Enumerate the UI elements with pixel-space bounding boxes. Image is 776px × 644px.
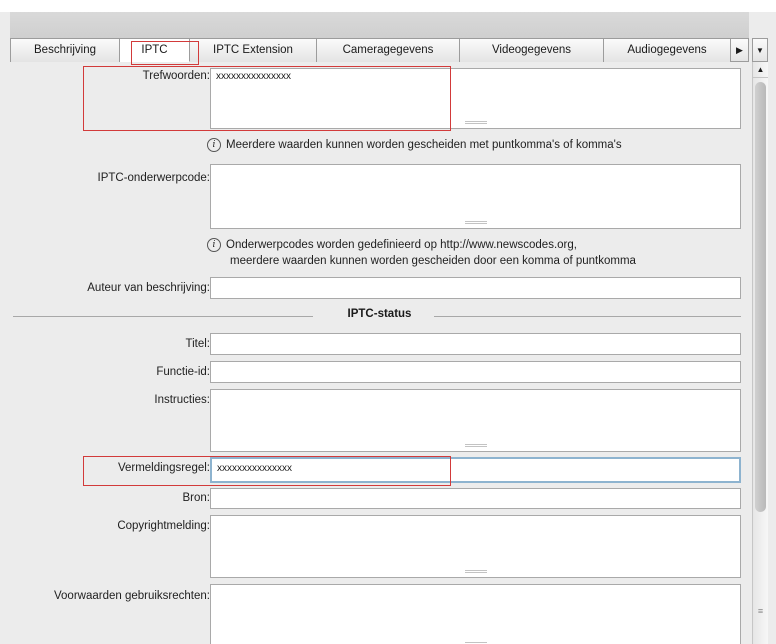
functie-label: Functie-id: — [156, 366, 210, 378]
vertical-scrollbar[interactable]: ▲ ≡ — [752, 62, 768, 644]
onderwerpcode-hint-line2: meerdere waarden kunnen worden gescheide… — [230, 255, 636, 267]
tab-iptc[interactable]: IPTC — [120, 38, 190, 62]
onderwerpcode-hint: i Onderwerpcodes worden gedefinieerd op h… — [207, 237, 636, 269]
trefwoorden-field[interactable]: xxxxxxxxxxxxxxx — [210, 68, 741, 129]
voorwaarden-field[interactable] — [210, 584, 741, 644]
tab-cameragegevens[interactable]: Cameragegevens — [317, 38, 460, 62]
onderwerpcode-label: IPTC-onderwerpcode: — [97, 172, 211, 184]
scroll-up-icon[interactable]: ▲ — [753, 62, 768, 78]
titel-label: Titel: — [185, 338, 211, 350]
tab-iptc-extension[interactable]: IPTC Extension — [190, 38, 317, 62]
resize-grip[interactable] — [464, 121, 487, 124]
trefwoorden-hint-text: Meerdere waarden kunnen worden gescheide… — [226, 139, 622, 151]
resize-grip[interactable] — [464, 444, 487, 447]
copyright-label: Copyrightmelding: — [117, 520, 210, 532]
tab-more-icon[interactable]: ▶ — [731, 38, 749, 62]
auteur-label: Auteur van beschrijving: — [87, 282, 210, 294]
section-title: IPTC-status — [10, 308, 749, 320]
auteur-field[interactable] — [210, 277, 741, 299]
onderwerpcode-hint-line1: Onderwerpcodes worden gedefinieerd op ht… — [226, 239, 577, 251]
voorwaarden-label: Voorwaarden gebruiksrechten: — [54, 590, 210, 602]
tab-videogegevens[interactable]: Videogegevens — [460, 38, 604, 62]
iptc-panel: Trefwoorden: xxxxxxxxxxxxxxx i Meerdere w… — [10, 62, 749, 644]
functie-field[interactable] — [210, 361, 741, 383]
scroll-thumb[interactable] — [755, 82, 766, 512]
resize-grip[interactable] — [464, 221, 487, 224]
titel-field[interactable] — [210, 333, 741, 355]
copyright-field[interactable] — [210, 515, 741, 578]
trefwoorden-label: Trefwoorden: — [142, 70, 210, 82]
tab-beschrijving[interactable]: Beschrijving — [10, 38, 120, 62]
toolbar-strip — [10, 12, 749, 38]
resize-grip[interactable] — [464, 570, 487, 573]
vermelding-field[interactable]: xxxxxxxxxxxxxxx — [210, 457, 741, 483]
trefwoorden-value: xxxxxxxxxxxxxxx — [216, 71, 291, 82]
tab-menu-icon[interactable]: ▼ — [752, 38, 768, 62]
tab-bar: Beschrijving IPTC IPTC Extension Camerag… — [10, 38, 749, 62]
info-icon: i — [207, 238, 221, 252]
instructies-label: Instructies: — [154, 394, 210, 406]
instructies-field[interactable] — [210, 389, 741, 452]
vermelding-value: xxxxxxxxxxxxxxx — [217, 463, 292, 474]
trefwoorden-hint: i Meerdere waarden kunnen worden gescheid… — [207, 137, 622, 153]
onderwerpcode-field[interactable] — [210, 164, 741, 229]
window-top — [0, 0, 776, 12]
bron-field[interactable] — [210, 488, 741, 509]
tab-audiogegevens[interactable]: Audiogegevens — [604, 38, 731, 62]
section-iptc-status: IPTC-status — [10, 308, 749, 324]
bron-label: Bron: — [182, 492, 211, 504]
scroll-grip-icon: ≡ — [757, 606, 764, 616]
vermelding-label: Vermeldingsregel: — [117, 462, 210, 474]
info-icon: i — [207, 138, 221, 152]
